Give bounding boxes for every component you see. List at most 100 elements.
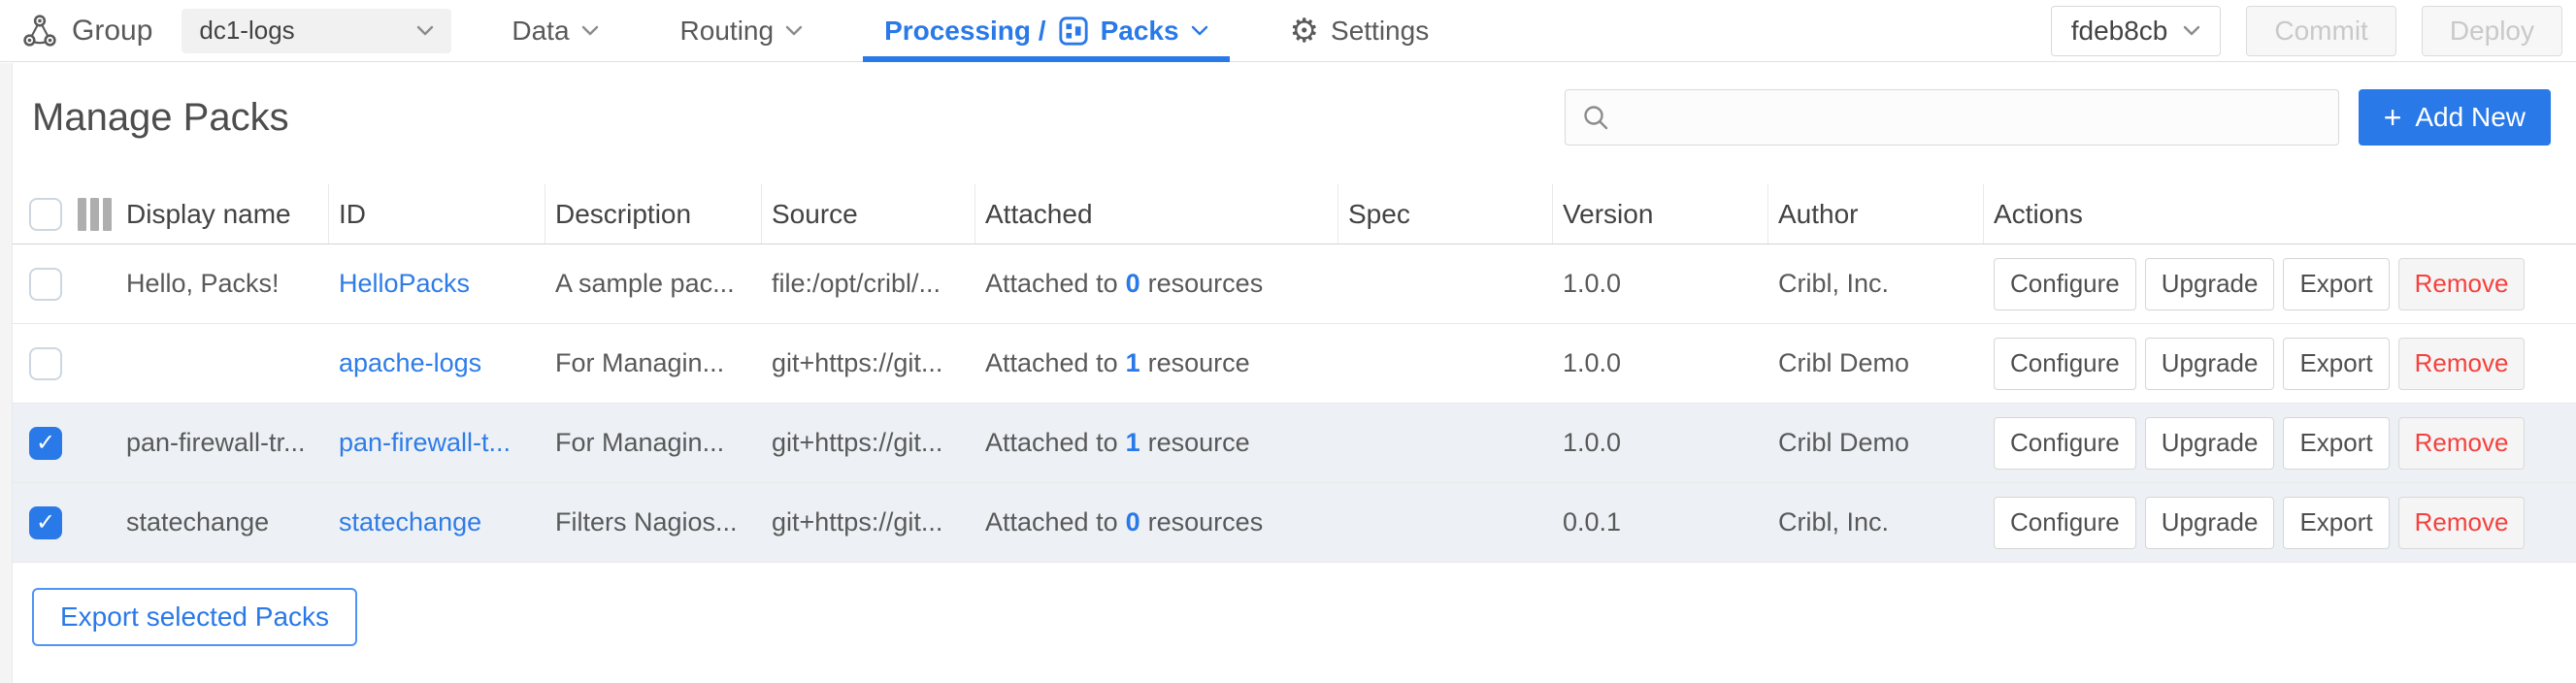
attached-count: 1 <box>1125 348 1140 377</box>
commit-version-dropdown[interactable]: fdeb8cb <box>2050 5 2222 56</box>
row-checkbox[interactable] <box>29 505 62 539</box>
page-title: Manage Packs <box>32 95 289 139</box>
cell-attached: Attached to 1 resource <box>975 348 1338 378</box>
cell-attached: Attached to 1 resource <box>975 428 1338 458</box>
tab-routing[interactable]: Routing <box>659 0 825 61</box>
export-selected-packs-button[interactable]: Export selected Packs <box>32 588 358 646</box>
attached-text: Attached to <box>985 269 1118 298</box>
search-box[interactable] <box>1564 89 2339 146</box>
search-icon <box>1581 103 1610 132</box>
cell-attached: Attached to 0 resources <box>975 269 1338 299</box>
search-input[interactable] <box>1621 102 2323 133</box>
nav-tabs: Data Routing Processing / Packs ⚙ Settin… <box>490 0 1451 62</box>
configure-button[interactable]: Configure <box>1994 337 2136 390</box>
upgrade-button[interactable]: Upgrade <box>2144 337 2275 390</box>
remove-button[interactable]: Remove <box>2397 416 2526 470</box>
left-gutter <box>0 63 13 683</box>
export-button[interactable]: Export <box>2283 496 2390 549</box>
row-checkbox[interactable] <box>29 426 62 460</box>
cell-author: Cribl Demo <box>1778 348 1910 377</box>
chevron-down-icon <box>1191 25 1208 36</box>
upgrade-button[interactable]: Upgrade <box>2144 257 2275 310</box>
commit-button[interactable]: Commit <box>2246 5 2396 56</box>
pack-id-link[interactable]: statechange <box>339 507 481 537</box>
export-button[interactable]: Export <box>2283 257 2390 310</box>
select-all-checkbox[interactable] <box>29 197 62 231</box>
footer-actions: Export selected Packs <box>13 588 2576 646</box>
remove-button[interactable]: Remove <box>2397 337 2526 390</box>
tab-data-label: Data <box>512 15 570 46</box>
configure-button[interactable]: Configure <box>1994 496 2136 549</box>
group-area: Group dc1-logs <box>21 0 452 61</box>
cell-description: Filters Nagios... <box>555 507 738 537</box>
cell-author: Cribl Demo <box>1778 428 1910 457</box>
topbar-right-controls: fdeb8cb Commit Deploy <box>2050 0 2562 61</box>
page-header: Manage Packs + Add New <box>13 62 2576 146</box>
table-row: statechange statechange Filters Nagios..… <box>13 483 2576 563</box>
cell-source: git+https://git... <box>772 507 943 537</box>
attached-text: Attached to <box>985 507 1118 537</box>
pack-id-link[interactable]: apache-logs <box>339 348 481 377</box>
remove-button[interactable]: Remove <box>2397 496 2526 549</box>
tab-settings[interactable]: ⚙ Settings <box>1269 0 1451 61</box>
col-version[interactable]: Version <box>1553 184 1768 244</box>
table-row: Hello, Packs! HelloPacks A sample pac...… <box>13 244 2576 324</box>
add-new-button[interactable]: + Add New <box>2358 89 2551 146</box>
cell-author: Cribl, Inc. <box>1778 507 1890 537</box>
top-nav-bar: Group dc1-logs Data Routing Processing /… <box>0 0 2576 62</box>
row-checkbox[interactable] <box>29 267 62 301</box>
configure-button[interactable]: Configure <box>1994 257 2136 310</box>
col-actions: Actions <box>1994 198 2083 229</box>
table-row: apache-logs For Managin... git+https://g… <box>13 324 2576 404</box>
deploy-button[interactable]: Deploy <box>2421 5 2562 56</box>
attached-count: 0 <box>1125 507 1140 537</box>
cell-author: Cribl, Inc. <box>1778 269 1890 298</box>
tab-routing-label: Routing <box>679 15 775 46</box>
tab-settings-label: Settings <box>1331 15 1430 46</box>
export-button[interactable]: Export <box>2283 337 2390 390</box>
packs-icon <box>1058 16 1089 47</box>
configure-button[interactable]: Configure <box>1994 416 2136 470</box>
pack-id-link[interactable]: HelloPacks <box>339 269 470 298</box>
chevron-down-icon <box>785 25 803 36</box>
group-cluster-icon <box>21 13 58 49</box>
upgrade-button[interactable]: Upgrade <box>2144 496 2275 549</box>
table-row: pan-firewall-tr... pan-firewall-t... For… <box>13 404 2576 483</box>
upgrade-button[interactable]: Upgrade <box>2144 416 2275 470</box>
col-display-name[interactable]: Display name <box>126 184 329 244</box>
header-actions: + Add New <box>1564 89 2551 146</box>
add-new-label: Add New <box>2415 102 2526 132</box>
export-button[interactable]: Export <box>2283 416 2390 470</box>
attached-text: resource <box>1147 428 1250 457</box>
commit-version-value: fdeb8cb <box>2070 15 2168 46</box>
col-id[interactable]: ID <box>329 184 545 244</box>
tab-data[interactable]: Data <box>490 0 619 61</box>
tab-processing-packs[interactable]: Processing / Packs <box>863 0 1231 62</box>
attached-text: Attached to <box>985 348 1118 377</box>
table-header-row: Display name ID Description Source Attac… <box>13 184 2576 244</box>
row-checkbox[interactable] <box>29 346 62 380</box>
cell-display-name: statechange <box>126 507 270 537</box>
attached-text: resource <box>1147 348 1250 377</box>
cell-description: For Managin... <box>555 348 725 377</box>
chevron-down-icon <box>2183 25 2200 36</box>
plus-icon: + <box>2383 100 2402 135</box>
col-author[interactable]: Author <box>1768 184 1984 244</box>
cell-version: 0.0.1 <box>1563 507 1622 537</box>
remove-button[interactable]: Remove <box>2397 257 2526 310</box>
attached-text: resources <box>1147 269 1264 298</box>
col-source[interactable]: Source <box>762 184 975 244</box>
col-attached[interactable]: Attached <box>975 184 1338 244</box>
attached-count: 0 <box>1125 269 1140 298</box>
cell-attached: Attached to 0 resources <box>975 507 1338 537</box>
chevron-down-icon <box>416 25 434 36</box>
col-spec[interactable]: Spec <box>1338 184 1553 244</box>
packs-table: Display name ID Description Source Attac… <box>13 184 2576 563</box>
columns-icon[interactable] <box>78 197 112 231</box>
cell-source: git+https://git... <box>772 348 943 377</box>
col-description[interactable]: Description <box>545 184 762 244</box>
pack-id-link[interactable]: pan-firewall-t... <box>339 428 511 457</box>
cell-version: 1.0.0 <box>1563 428 1622 457</box>
attached-text: resources <box>1147 507 1264 537</box>
group-select-dropdown[interactable]: dc1-logs <box>182 8 452 53</box>
